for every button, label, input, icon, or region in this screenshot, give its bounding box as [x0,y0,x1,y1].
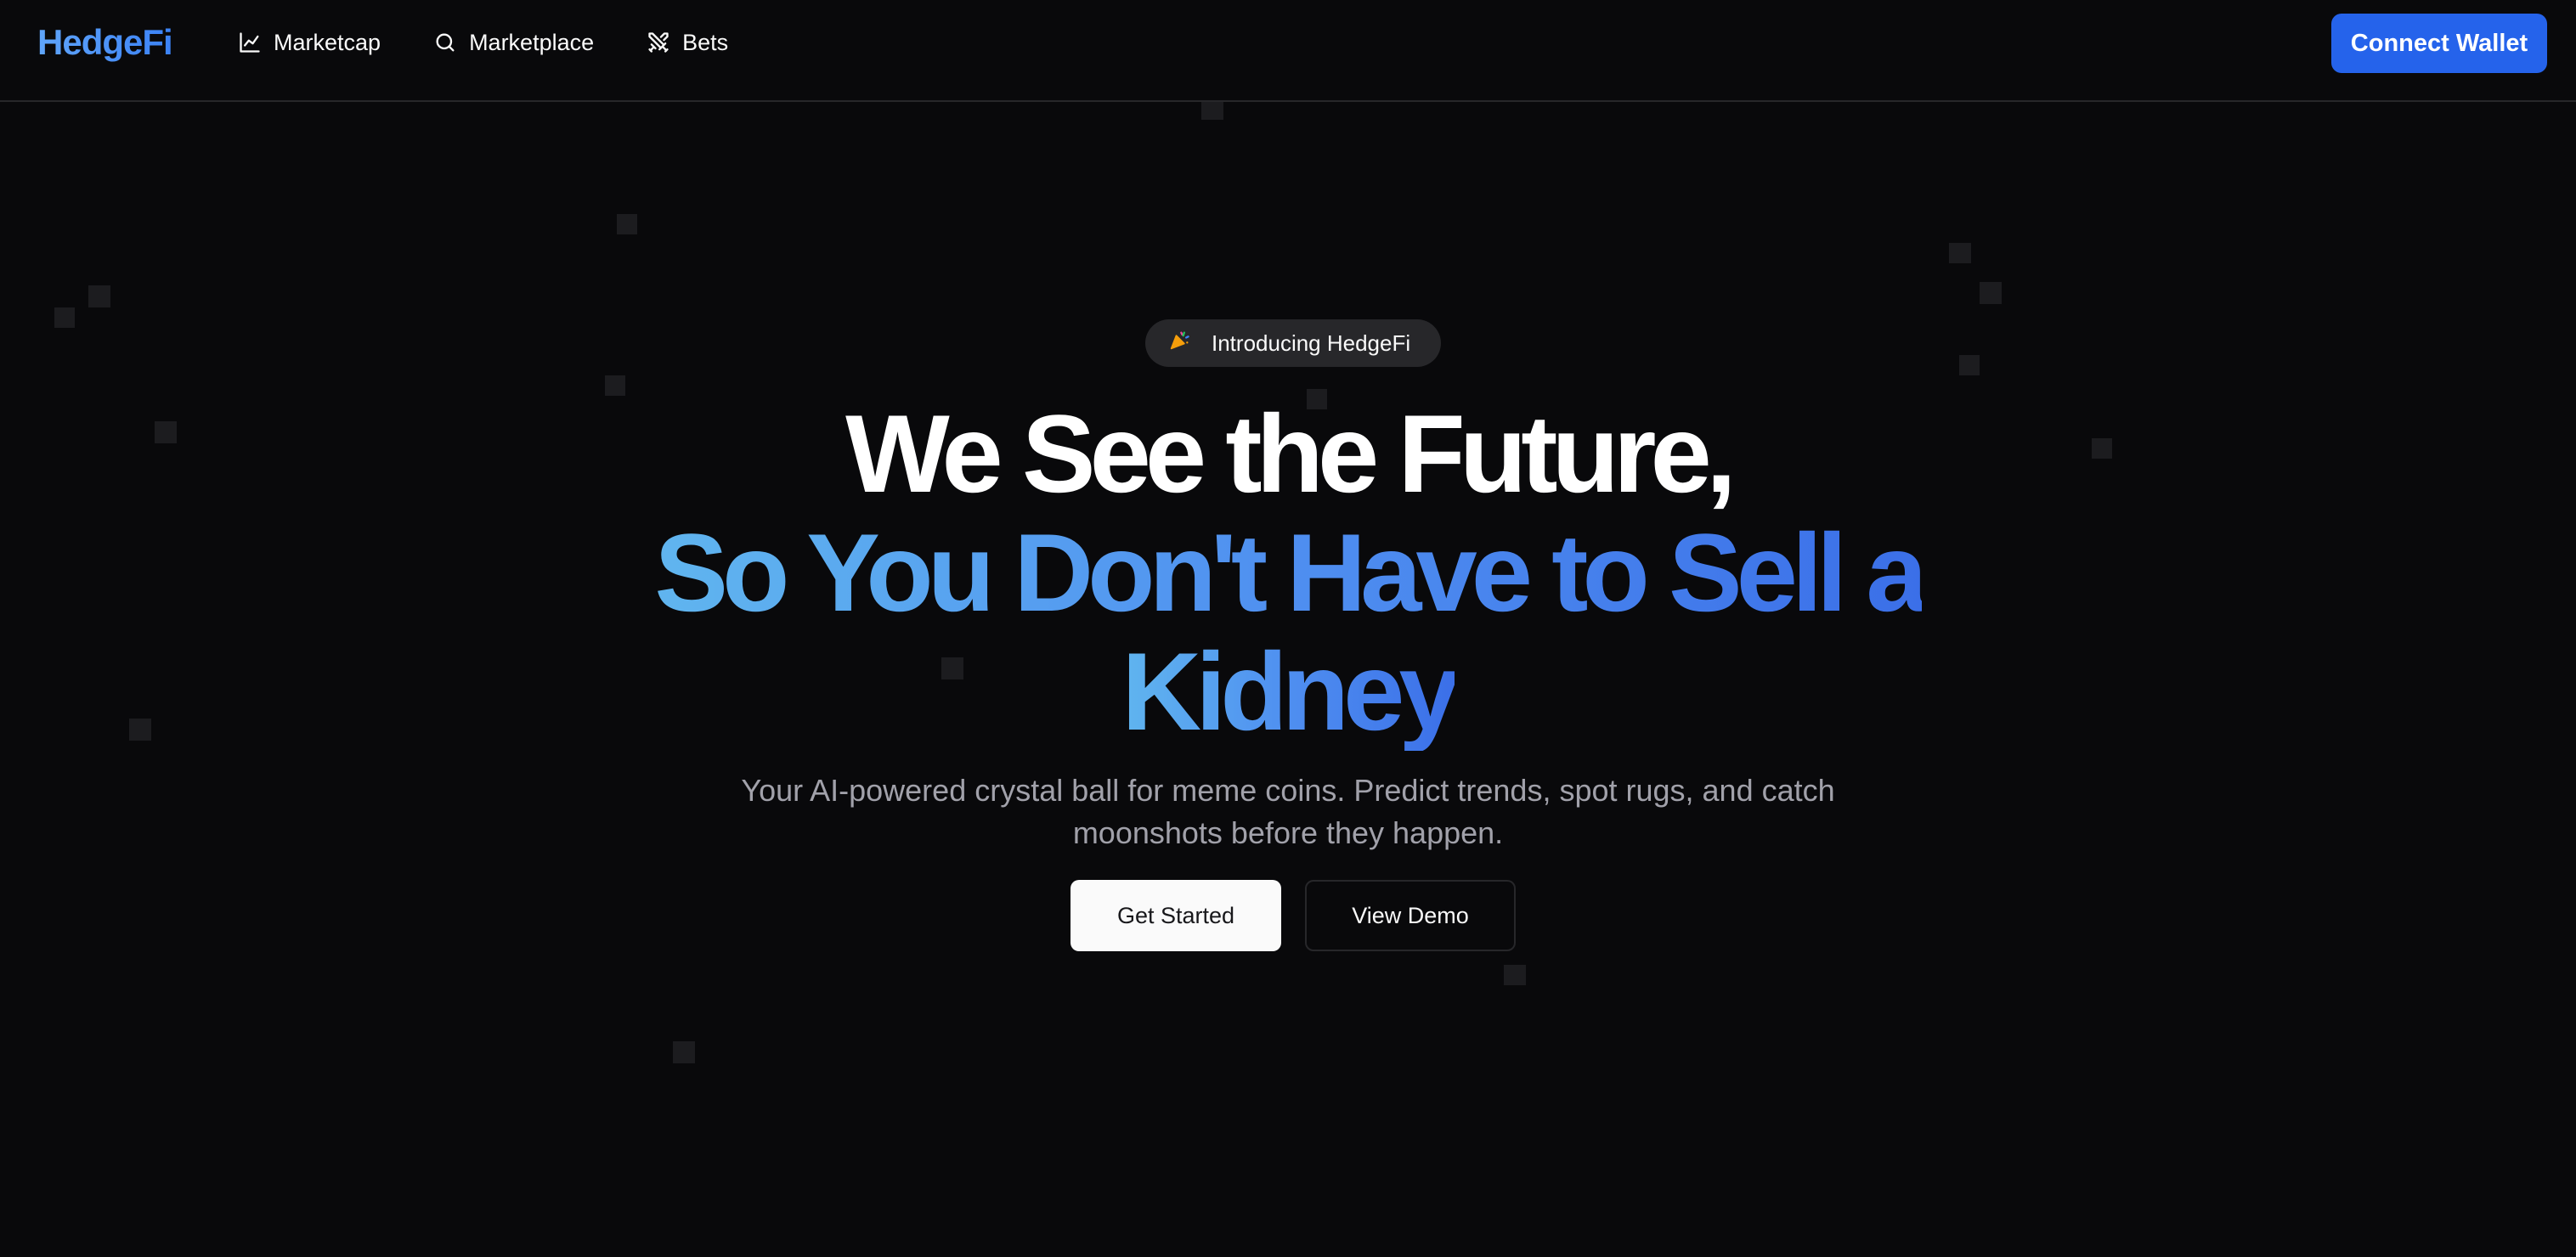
nav-item-marketcap[interactable]: Marketcap [238,30,381,56]
headline-line-3: Kidney [0,632,2576,751]
intro-badge-text: Introducing HedgeFi [1212,330,1411,356]
decorative-square [88,285,110,307]
decorative-square [1949,243,1971,263]
subtitle-line-1: Your AI-powered crystal ball for meme co… [741,773,1835,808]
decorative-square [1980,282,2002,304]
headline-line-1: We See the Future, [845,392,1737,516]
main-nav: Marketcap Marketplace Bets [238,24,781,61]
landing-page: HedgeFi Marketcap Marketplace Bets Conne… [0,0,2576,1257]
intro-badge[interactable]: Introducing HedgeFi [1145,319,1441,367]
decorative-square [54,307,75,328]
hero-subtitle: Your AI-powered crystal ball for meme co… [736,769,1840,854]
connect-wallet-button[interactable]: Connect Wallet [2331,14,2547,73]
decorative-square [605,375,625,396]
headline-gradient-text: So You Don't Have to Sell a [654,510,1927,634]
view-demo-button[interactable]: View Demo [1305,880,1516,951]
decorative-square [1504,965,1526,985]
decorative-square [673,1041,695,1063]
party-popper-icon [1167,329,1196,358]
decorative-square [617,214,637,234]
hedgefi-logo[interactable]: HedgeFi [37,19,173,66]
chart-line-icon [240,32,260,53]
decorative-square [1201,101,1223,120]
nav-item-marketplace[interactable]: Marketplace [433,30,594,56]
decorative-square [1959,355,1980,375]
nav-item-label: Bets [682,29,729,55]
nav-item-label: Marketplace [469,29,595,55]
nav-item-bets[interactable]: Bets [647,30,728,56]
headline-line-2: So You Don't Have to Sell a [0,513,2576,632]
headline-gradient-text: Kidney [1121,629,1460,753]
nav-item-label: Marketcap [274,29,381,55]
get-started-button[interactable]: Get Started [1071,880,1281,951]
swords-icon [648,32,669,53]
search-icon [436,33,455,52]
top-navbar: HedgeFi Marketcap Marketplace Bets Conne… [0,0,2576,102]
subtitle-line-2: moonshots before they happen. [1072,815,1504,850]
